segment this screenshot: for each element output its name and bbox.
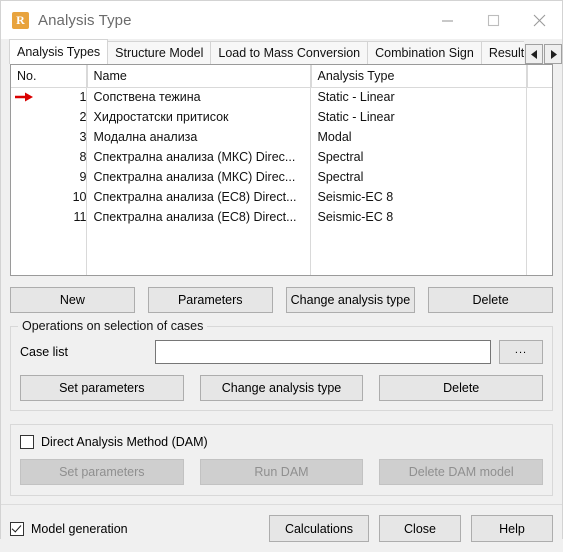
table-row[interactable]: 8 Спектрална анализа (МКС) Direc... Spec… <box>11 147 552 167</box>
cell-name: Сопствена тежина <box>93 90 201 105</box>
window-title: Analysis Type <box>38 11 132 29</box>
table-row[interactable]: 11 Спектрална анализа (ЕС8) Direct... Se… <box>11 207 552 227</box>
dam-checkbox-label: Direct Analysis Method (DAM) <box>41 435 208 449</box>
table-header-row: No. Name Analysis Type <box>11 65 552 88</box>
cell-no: 1 <box>11 87 87 107</box>
parameters-button[interactable]: Parameters <box>147 287 273 313</box>
cell-spacer <box>527 207 552 227</box>
case-list-browse-button[interactable]: ... <box>499 340 543 364</box>
tab-scroll-controls <box>524 44 562 64</box>
cell-no: 10 <box>72 190 87 204</box>
cell-name: Хидростатски притисок <box>93 110 229 124</box>
delete-dam-model-button[interactable]: Delete DAM model <box>379 459 544 485</box>
case-list-input[interactable] <box>155 340 491 364</box>
calculations-button[interactable]: Calculations <box>269 515 369 542</box>
cell-spacer <box>527 147 552 167</box>
tab-analysis-types[interactable]: Analysis Types <box>9 39 109 64</box>
cell-spacer <box>527 127 552 147</box>
cell-spacer <box>527 87 552 107</box>
operations-delete-button[interactable]: Delete <box>379 375 544 401</box>
dialog-footer: Model generation Calculations Close Help <box>1 504 562 552</box>
table-row[interactable]: 1 Сопствена тежина Static - Linear <box>11 87 552 107</box>
case-list-row: Case list ... <box>20 340 543 364</box>
dam-checkbox-row[interactable]: Direct Analysis Method (DAM) <box>20 435 543 449</box>
cell-analysis-type: Seismic-EC 8 <box>317 210 394 224</box>
table-row[interactable]: 2 Хидростатски притисок Static - Linear <box>11 107 552 127</box>
analysis-cases-table[interactable]: No. Name Analysis Type 1 Сопствена тежин… <box>10 64 553 276</box>
window-controls <box>424 1 562 39</box>
delete-button[interactable]: Delete <box>428 287 554 313</box>
operations-change-analysis-type-button[interactable]: Change analysis type <box>199 375 364 401</box>
run-dam-button[interactable]: Run DAM <box>199 459 364 485</box>
cell-name: Спектрална анализа (МКС) Direc... <box>93 170 296 184</box>
table-row[interactable]: 3 Модална анализа Modal <box>11 127 552 147</box>
column-header-name[interactable]: Name <box>87 65 312 88</box>
operations-set-parameters-button[interactable]: Set parameters <box>20 375 184 401</box>
column-header-no[interactable]: No. <box>11 65 88 88</box>
cell-analysis-type: Spectral <box>317 150 364 164</box>
dam-button-row: Set parameters Run DAM Delete DAM model <box>20 459 544 485</box>
table-row[interactable]: 10 Спектрална анализа (ЕС8) Direct... Se… <box>11 187 552 207</box>
selected-row-arrow-icon <box>14 92 34 103</box>
operations-on-selection-group: Operations on selection of cases Case li… <box>10 319 553 411</box>
direct-analysis-method-panel: Direct Analysis Method (DAM) Set paramet… <box>10 424 553 496</box>
cell-no: 11 <box>73 210 87 224</box>
tab-scroll-right-icon[interactable] <box>544 44 562 64</box>
column-divider-3 <box>526 65 527 275</box>
analysis-type-dialog: Analysis Type Analysis Types Structure M… <box>0 0 563 552</box>
cell-no: 9 <box>79 170 87 184</box>
new-button[interactable]: New <box>10 287 135 313</box>
cell-analysis-type: Spectral <box>317 170 364 184</box>
table-row[interactable]: 9 Спектрална анализа (МКС) Direc... Spec… <box>11 167 552 187</box>
dialog-content: No. Name Analysis Type 1 Сопствена тежин… <box>1 64 562 496</box>
dam-checkbox[interactable] <box>20 435 34 449</box>
tab-structure-model[interactable]: Structure Model <box>107 41 212 64</box>
model-generation-row[interactable]: Model generation <box>10 521 269 536</box>
cell-no: 8 <box>79 150 87 164</box>
cell-name: Спектрална анализа (ЕС8) Direct... <box>93 190 297 204</box>
column-divider-2 <box>310 65 311 275</box>
cell-analysis-type: Seismic-EC 8 <box>317 190 394 204</box>
title-bar: Analysis Type <box>1 1 562 39</box>
cell-analysis-type: Modal <box>317 130 352 144</box>
operations-group-title: Operations on selection of cases <box>18 319 208 333</box>
cell-analysis-type: Static - Linear <box>317 90 395 105</box>
change-analysis-type-button[interactable]: Change analysis type <box>285 287 416 313</box>
cell-name: Спектрална анализа (МКС) Direc... <box>93 150 296 164</box>
cell-analysis-type: Static - Linear <box>317 110 395 124</box>
close-icon[interactable] <box>516 1 562 39</box>
maximize-icon[interactable] <box>470 1 516 39</box>
tab-result[interactable]: Result <box>480 41 524 64</box>
model-generation-checkbox[interactable] <box>10 521 24 536</box>
cell-no-value: 1 <box>79 90 87 105</box>
dam-set-parameters-button[interactable]: Set parameters <box>20 459 184 485</box>
column-header-spacer <box>527 65 552 88</box>
tab-combination-sign[interactable]: Combination Sign <box>367 41 482 64</box>
tab-strip: Analysis Types Structure Model Load to M… <box>1 39 562 64</box>
close-button[interactable]: Close <box>379 515 461 542</box>
cell-spacer <box>527 187 552 207</box>
cell-no: 3 <box>79 130 87 144</box>
operations-button-row: Set parameters Change analysis type Dele… <box>20 375 544 401</box>
cell-spacer <box>527 167 552 187</box>
tab-list: Analysis Types Structure Model Load to M… <box>9 39 524 64</box>
cell-no: 2 <box>79 110 87 124</box>
minimize-icon[interactable] <box>424 1 470 39</box>
case-list-label: Case list <box>20 345 68 359</box>
cell-spacer <box>527 107 552 127</box>
model-generation-label: Model generation <box>31 521 128 536</box>
help-button[interactable]: Help <box>471 515 553 542</box>
robot-r-icon <box>12 11 29 29</box>
cell-name: Модална анализа <box>93 130 198 144</box>
cell-name: Спектрална анализа (ЕС8) Direct... <box>93 210 297 224</box>
footer-button-row: Calculations Close Help <box>269 515 553 542</box>
tab-scroll-left-icon[interactable] <box>525 44 543 64</box>
column-header-analysis-type[interactable]: Analysis Type <box>311 65 528 88</box>
main-button-row: New Parameters Change analysis type Dele… <box>10 287 554 313</box>
tab-load-to-mass-conversion[interactable]: Load to Mass Conversion <box>210 41 369 64</box>
